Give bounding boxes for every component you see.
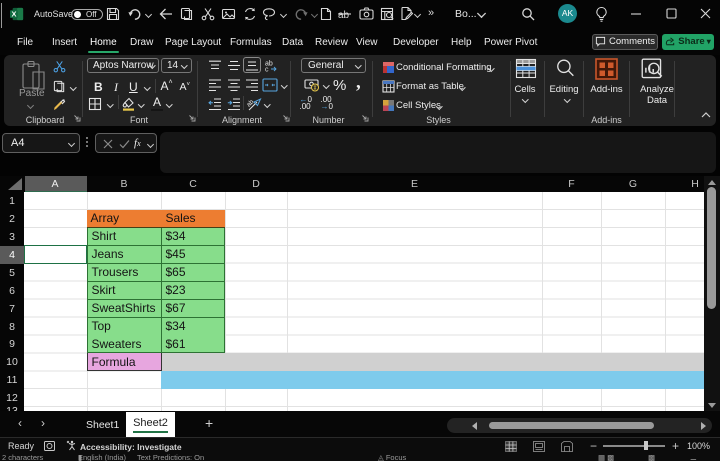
svg-text:ab: ab [338, 10, 350, 20]
svg-text:X: X [11, 10, 16, 19]
svg-text:c: c [265, 67, 269, 73]
svg-text:ab: ab [247, 98, 256, 108]
